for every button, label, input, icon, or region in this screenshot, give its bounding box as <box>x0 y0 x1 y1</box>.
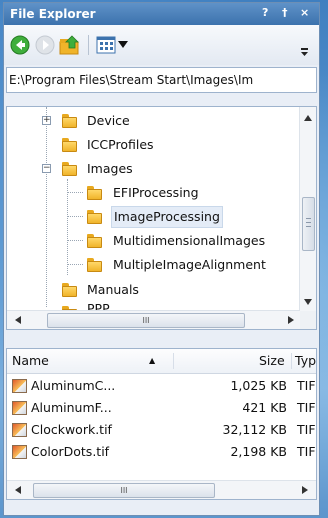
forward-arrow-icon[interactable] <box>35 35 55 55</box>
tif-file-icon <box>12 379 27 393</box>
tree-item-label: ImageProcessing <box>111 206 223 228</box>
tree-item-multipleimagealignment[interactable]: MultipleImageAlignment <box>7 254 307 276</box>
tif-file-icon <box>12 445 27 459</box>
sort-ascending-icon[interactable]: ▲ <box>149 349 155 373</box>
tree-item-multidimensionalimages[interactable]: MultidimensionalImages <box>7 230 297 252</box>
file-type: TIF <box>297 400 316 415</box>
file-list: Name ▲ Size Typ AluminumC... 1,025 KB TI… <box>6 348 317 500</box>
window-title: File Explorer <box>10 7 96 21</box>
folder-tree: + Device ICCProfiles − Images EFIProcess… <box>6 106 317 330</box>
expand-toggle[interactable]: + <box>42 116 51 125</box>
folder-icon <box>87 210 102 224</box>
tree-item-label: Images <box>87 161 133 176</box>
folder-icon <box>87 234 102 248</box>
tree-item-label: Manuals <box>87 282 139 297</box>
tree-item-imageprocessing[interactable]: ImageProcessing <box>7 206 297 228</box>
table-row[interactable]: AluminumF... 421 KB TIF <box>7 397 316 419</box>
help-button[interactable]: ? <box>262 6 268 19</box>
tree-hscroll-thumb[interactable]: III <box>47 313 245 328</box>
tif-file-icon <box>12 401 27 415</box>
folder-icon <box>87 186 102 200</box>
file-name: AluminumC... <box>31 378 116 393</box>
tree-item-manuals[interactable]: Manuals <box>7 279 297 301</box>
file-size: 1,025 KB <box>230 378 287 393</box>
tree-item-device[interactable]: + Device <box>7 110 297 132</box>
back-arrow-icon[interactable] <box>10 35 30 55</box>
column-divider <box>173 353 174 369</box>
file-name: AluminumF... <box>31 400 112 415</box>
scroll-up-icon[interactable] <box>304 115 312 121</box>
close-button[interactable]: × <box>300 6 309 19</box>
tree-item-label: Device <box>87 113 130 128</box>
pane-splitter[interactable] <box>4 331 319 345</box>
folder-icon <box>62 138 77 152</box>
scroll-corner <box>300 311 316 329</box>
file-size: 32,112 KB <box>222 422 287 437</box>
column-header-size[interactable]: Size <box>259 349 285 373</box>
title-bar[interactable]: File Explorer ? † × <box>4 3 319 25</box>
tree-item-label: MultipleImageAlignment <box>113 257 266 272</box>
scroll-right-icon[interactable] <box>288 316 294 324</box>
collapse-toggle[interactable]: − <box>42 164 51 173</box>
list-header: Name ▲ Size Typ <box>7 349 316 374</box>
tree-item-iccprofiles[interactable]: ICCProfiles <box>7 134 297 156</box>
file-size: 2,198 KB <box>230 444 287 459</box>
tree-item-label: ICCProfiles <box>87 137 154 152</box>
tif-file-icon <box>12 423 27 437</box>
folder-icon <box>87 258 102 272</box>
tree-vscroll-thumb[interactable] <box>302 197 315 251</box>
column-header-name[interactable]: Name <box>12 349 49 373</box>
tree-item-images[interactable]: − Images <box>7 158 297 180</box>
address-bar[interactable]: E:\Program Files\Stream Start\Images\Im <box>6 67 317 93</box>
overflow-icon[interactable] <box>300 47 309 57</box>
chevron-down-icon[interactable] <box>118 41 128 49</box>
folder-icon <box>62 162 77 176</box>
file-name: ColorDots.tif <box>31 444 110 459</box>
tree-horizontal-scrollbar[interactable]: III <box>7 310 300 329</box>
pin-button[interactable]: † <box>282 6 288 19</box>
view-grid-icon[interactable] <box>96 35 116 55</box>
folder-icon <box>62 283 77 297</box>
scroll-left-icon[interactable] <box>15 316 21 324</box>
file-size: 421 KB <box>242 400 287 415</box>
list-horizontal-scrollbar[interactable]: III <box>7 480 316 499</box>
table-row[interactable]: ColorDots.tif 2,198 KB TIF <box>7 441 316 463</box>
tree-item-label: EFIProcessing <box>113 185 199 200</box>
folder-icon <box>62 114 77 128</box>
file-type: TIF <box>297 378 316 393</box>
column-header-type[interactable]: Typ <box>295 349 316 373</box>
tree-vertical-scrollbar[interactable] <box>299 107 316 311</box>
file-type: TIF <box>297 444 316 459</box>
file-type: TIF <box>297 422 316 437</box>
up-folder-icon[interactable] <box>59 34 81 56</box>
column-divider <box>291 353 292 369</box>
scroll-left-icon[interactable] <box>15 486 21 494</box>
toolbar <box>4 25 319 65</box>
table-row[interactable]: Clockwork.tif 32,112 KB TIF <box>7 419 316 441</box>
scroll-right-icon[interactable] <box>302 486 308 494</box>
toolbar-separator <box>88 35 89 55</box>
tree-item-efiprocessing[interactable]: EFIProcessing <box>7 182 297 204</box>
scroll-down-icon[interactable] <box>304 299 312 305</box>
tree-item-label: MultidimensionalImages <box>113 233 266 248</box>
file-explorer-window: File Explorer ? † × E:\Program Files\Str… <box>3 2 320 516</box>
list-hscroll-thumb[interactable]: III <box>33 483 215 498</box>
table-row[interactable]: AluminumC... 1,025 KB TIF <box>7 375 316 397</box>
file-name: Clockwork.tif <box>31 422 112 437</box>
